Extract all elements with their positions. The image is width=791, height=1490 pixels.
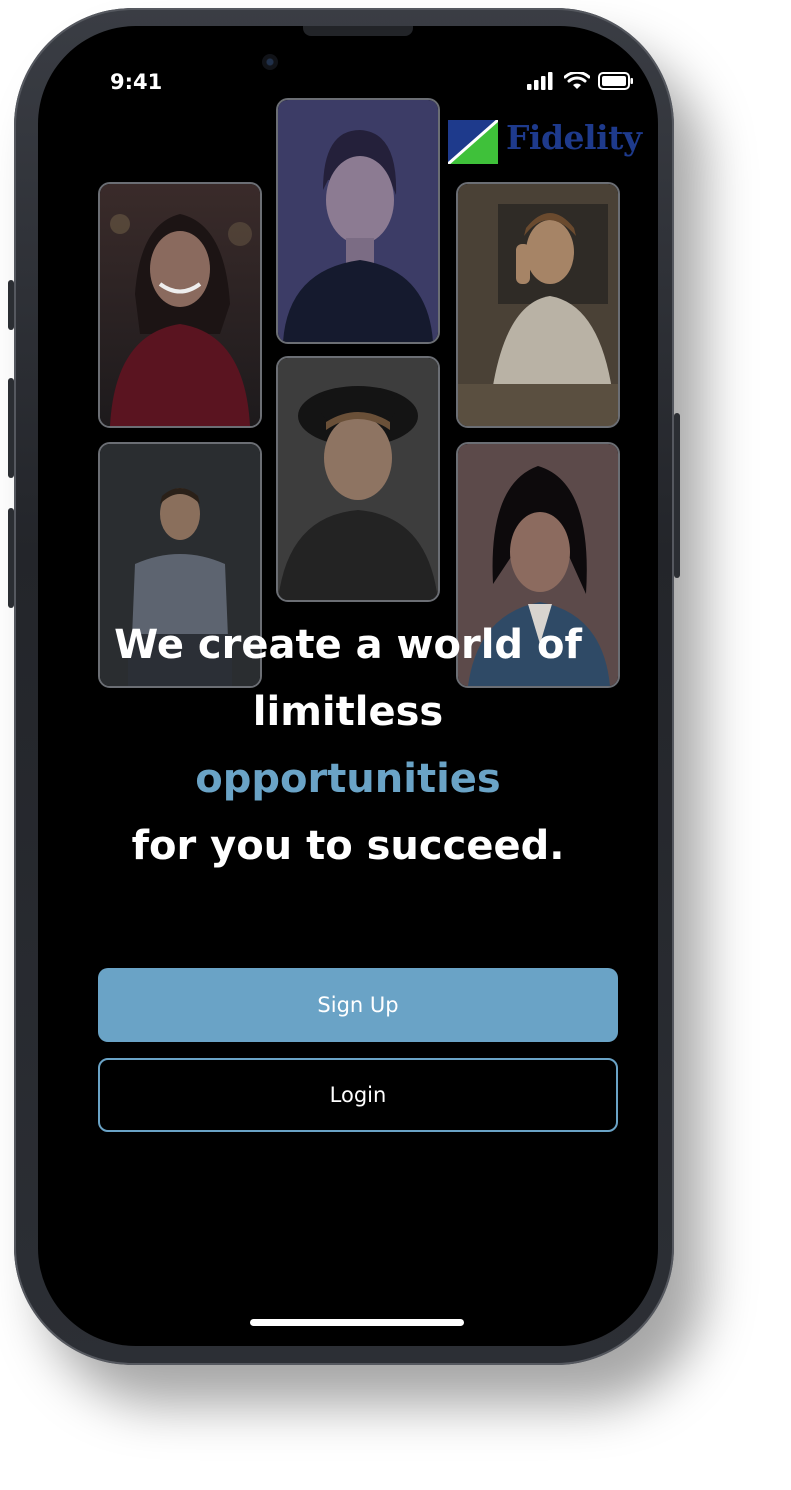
volume-down-button: [8, 508, 14, 608]
portrait-image: [278, 358, 438, 600]
brand-name: Fidelity: [506, 118, 642, 157]
portrait-image: [100, 184, 260, 426]
status-time: 9:41: [110, 70, 163, 94]
front-camera: [262, 54, 278, 70]
hero-headline: We create a world of limitless opportuni…: [38, 612, 658, 880]
photo-man-hat: [276, 356, 440, 602]
signal-icon: [527, 72, 553, 90]
sign-up-button[interactable]: Sign Up: [98, 968, 618, 1042]
status-icons: [526, 72, 636, 92]
portrait-image: [458, 184, 618, 426]
wifi-icon: [564, 72, 590, 89]
app-screen: 9:41 Fidelity We create a world of limit…: [38, 26, 658, 1346]
fidelity-logo-icon: [448, 120, 498, 164]
fidelity-logo: Fidelity: [448, 118, 642, 166]
phone-frame: 9:41 Fidelity We create a world of limit…: [8, 8, 680, 1365]
mute-switch: [8, 280, 14, 330]
portrait-image: [278, 100, 438, 342]
volume-up-button: [8, 378, 14, 478]
headline-highlight: opportunities: [195, 756, 501, 802]
photo-woman-dark-top: [276, 98, 440, 344]
photo-woman-red-sweater: [98, 182, 262, 428]
power-button: [674, 413, 680, 578]
login-button[interactable]: Login: [98, 1058, 618, 1132]
speaker: [303, 26, 413, 36]
photo-man-phone-call: [456, 182, 620, 428]
battery-icon: [598, 72, 633, 90]
headline-line-2: limitless: [252, 689, 444, 735]
headline-line-1: We create a world of: [114, 622, 582, 668]
home-indicator[interactable]: [250, 1319, 464, 1326]
headline-line-4: for you to succeed.: [131, 823, 565, 869]
